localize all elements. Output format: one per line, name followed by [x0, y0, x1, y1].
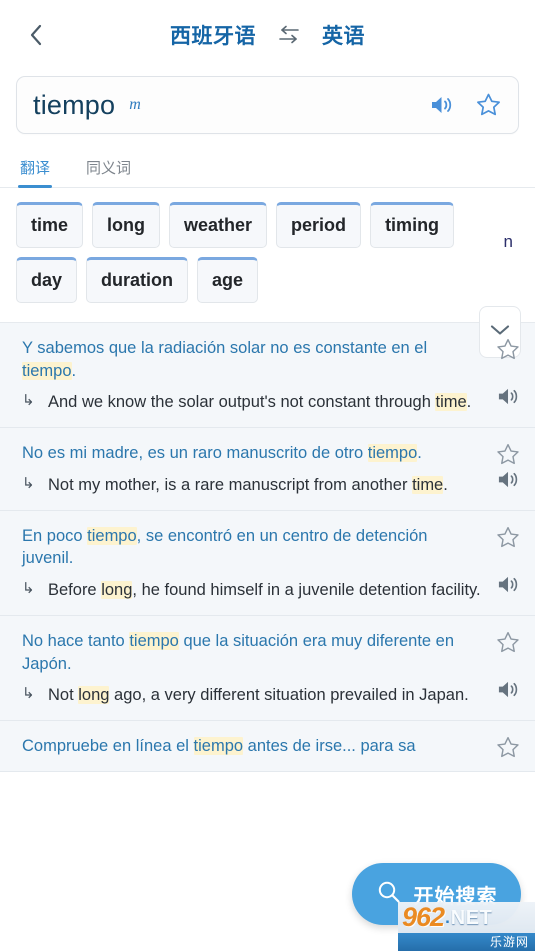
gender-marker: m: [129, 96, 141, 113]
swap-horizontal-icon[interactable]: [274, 23, 304, 47]
translation-chip[interactable]: weather: [169, 202, 268, 248]
translation-chip[interactable]: long: [92, 202, 161, 248]
example-target-highlight: time: [435, 393, 467, 412]
example-target: Not long ago, a very different situation…: [48, 684, 469, 707]
example-target-pre: Before: [48, 581, 102, 600]
example-source-pre: Y sabemos que la radiación solar no es c…: [22, 338, 428, 357]
example-source-highlight: tiempo: [87, 526, 137, 545]
example-source-pre: No es mi madre, es un raro manuscrito de…: [22, 444, 368, 463]
translation-chip[interactable]: period: [276, 202, 362, 248]
example-target-pre: Not: [48, 686, 79, 705]
example-star-icon[interactable]: [495, 630, 521, 660]
example-source: Compruebe en línea el tiempo antes de ir…: [22, 735, 483, 758]
watermark-top: 962 . NET: [398, 902, 535, 933]
chevron-left-icon: [26, 21, 46, 49]
example-source-post: .: [71, 361, 77, 380]
example-item[interactable]: No hace tanto tiempo que la situación er…: [0, 616, 535, 722]
arrow-icon: ↳: [22, 580, 35, 598]
example-star-icon[interactable]: [495, 525, 521, 555]
example-target-row: ↳ Not long ago, a very different situati…: [22, 684, 483, 707]
example-source-pre: En poco: [22, 526, 88, 545]
example-target-post: ago, a very different situation prevaile…: [109, 686, 469, 705]
chip-row: day duration age: [16, 256, 471, 303]
language-selector[interactable]: 西班牙语 英语: [56, 20, 479, 50]
site-watermark: 962 . NET 乐游网: [398, 902, 535, 951]
translations-section: time long weather period timing day dura…: [0, 188, 535, 322]
arrow-icon: ↳: [22, 474, 35, 492]
example-target-row: ↳ Not my mother, is a rare manuscript fr…: [22, 474, 483, 497]
example-target-pre: Not my mother, is a rare manuscript from…: [48, 475, 413, 494]
example-item[interactable]: Compruebe en línea el tiempo antes de ir…: [0, 721, 535, 772]
example-target-post: , he found himself in a juvenile detenti…: [132, 581, 481, 600]
example-item[interactable]: En poco tiempo, se encontró en un centro…: [0, 511, 535, 616]
tab-bar: 翻译 同义词: [0, 146, 535, 188]
example-source: Y sabemos que la radiación solar no es c…: [22, 337, 483, 383]
translation-chip[interactable]: day: [16, 256, 78, 303]
example-source-highlight: tiempo: [129, 631, 179, 650]
watermark-dot: .: [445, 908, 450, 927]
arrow-icon: ↳: [22, 392, 35, 410]
search-section: tiempo m: [0, 70, 535, 134]
example-item[interactable]: No es mi madre, es un raro manuscrito de…: [0, 428, 535, 511]
example-target-row: ↳ Before long, he found himself in a juv…: [22, 579, 483, 602]
source-language-label[interactable]: 西班牙语: [170, 20, 256, 50]
watermark-number: 962: [402, 902, 445, 932]
example-target-pre: And we know the solar output's not const…: [48, 393, 436, 412]
example-source-highlight: tiempo: [367, 444, 418, 463]
translation-chip[interactable]: time: [16, 202, 84, 248]
example-target-post: .: [443, 475, 448, 494]
example-target: And we know the solar output's not const…: [48, 391, 471, 414]
example-source: No hace tanto tiempo que la situación er…: [22, 630, 483, 676]
example-source-highlight: tiempo: [193, 737, 244, 756]
example-target-highlight: long: [101, 581, 133, 600]
example-star-icon[interactable]: [495, 337, 521, 367]
tab-translations[interactable]: 翻译: [18, 157, 53, 188]
example-target-highlight: time: [412, 475, 444, 494]
watermark-chinese: 乐游网: [489, 935, 529, 949]
search-box[interactable]: tiempo m: [16, 76, 519, 134]
chip-row: time long weather period timing: [16, 202, 471, 248]
tab-synonyms[interactable]: 同义词: [84, 157, 133, 187]
back-button[interactable]: [16, 15, 56, 55]
translation-chip[interactable]: age: [197, 256, 259, 303]
example-target-highlight: long: [78, 686, 110, 705]
example-target-row: ↳ And we know the solar output's not con…: [22, 391, 483, 414]
example-source-post: .: [417, 444, 422, 463]
example-speaker-icon[interactable]: [496, 573, 521, 601]
example-star-icon[interactable]: [495, 735, 521, 765]
arrow-icon: ↳: [22, 685, 35, 703]
example-source-pre: Compruebe en línea el: [22, 737, 194, 756]
example-source: No es mi madre, es un raro manuscrito de…: [22, 442, 483, 465]
translation-chip-rows: time long weather period timing day dura…: [16, 202, 471, 303]
search-input[interactable]: tiempo: [33, 90, 115, 121]
example-target-post: .: [466, 393, 472, 412]
example-source-highlight: tiempo: [22, 361, 72, 380]
translation-chip[interactable]: timing: [370, 202, 455, 248]
example-target: Not my mother, is a rare manuscript from…: [48, 474, 448, 497]
example-speaker-icon[interactable]: [496, 678, 521, 706]
target-language-label[interactable]: 英语: [322, 20, 365, 50]
example-target: Before long, he found himself in a juven…: [48, 579, 481, 602]
app-header: 西班牙语 英语: [0, 0, 535, 70]
examples-list: Y sabemos que la radiación solar no es c…: [0, 321, 535, 772]
example-speaker-icon[interactable]: [496, 385, 521, 413]
translation-chip[interactable]: duration: [86, 256, 189, 303]
example-speaker-icon[interactable]: [496, 468, 521, 496]
watermark-bottom: 乐游网: [398, 933, 535, 951]
search-actions: [429, 92, 502, 118]
example-source: En poco tiempo, se encontró en un centro…: [22, 525, 483, 571]
example-source-post: antes de irse... para sa: [243, 737, 416, 756]
part-of-speech-label: n: [503, 232, 513, 251]
dictionary-app-screen: 西班牙语 英语 tiempo m 翻译 同义词 time long weathe…: [0, 0, 535, 951]
favorite-star-icon[interactable]: [475, 92, 502, 118]
watermark-net: NET: [450, 906, 493, 929]
speaker-icon[interactable]: [429, 93, 455, 117]
example-item[interactable]: Y sabemos que la radiación solar no es c…: [0, 323, 535, 429]
example-source-pre: No hace tanto: [22, 631, 130, 650]
